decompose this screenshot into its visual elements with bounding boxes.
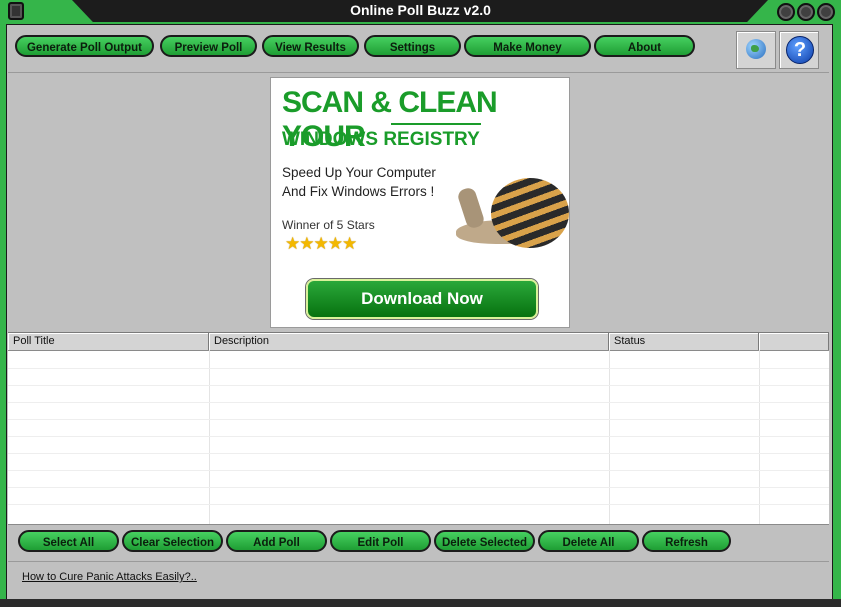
delete-all-button[interactable]: Delete All bbox=[538, 530, 639, 552]
button-label: Delete All bbox=[562, 537, 615, 549]
button-label: Clear Selection bbox=[130, 537, 215, 549]
row-divider bbox=[8, 402, 829, 403]
column-header-description[interactable]: Description bbox=[209, 333, 609, 350]
button-label: Add Poll bbox=[253, 537, 300, 549]
button-label: Preview Poll bbox=[174, 42, 243, 54]
delete-selected-button[interactable]: Delete Selected bbox=[434, 530, 535, 552]
help-button[interactable]: ? bbox=[779, 31, 819, 69]
ad-text-line2: And Fix Windows Errors ! bbox=[282, 184, 435, 199]
window-bottom-edge bbox=[0, 599, 841, 607]
generate-poll-output-button[interactable]: Generate Poll Output bbox=[15, 35, 154, 57]
add-poll-button[interactable]: Add Poll bbox=[226, 530, 327, 552]
row-divider bbox=[8, 436, 829, 437]
download-now-button[interactable]: Download Now bbox=[306, 279, 538, 319]
button-label: Select All bbox=[42, 537, 95, 549]
window-title: Online Poll Buzz v2.0 bbox=[350, 2, 491, 18]
preview-poll-button[interactable]: Preview Poll bbox=[160, 35, 257, 57]
snail-image bbox=[446, 158, 569, 268]
make-money-button[interactable]: Make Money bbox=[464, 35, 591, 57]
title-bar: Online Poll Buzz v2.0 bbox=[0, 0, 841, 24]
poll-table[interactable]: Poll Title Description Status bbox=[8, 332, 829, 524]
minimize-icon[interactable] bbox=[777, 3, 795, 21]
clear-selection-button[interactable]: Clear Selection bbox=[122, 530, 223, 552]
snail-shell bbox=[491, 178, 569, 248]
ad-banner[interactable]: SCAN & CLEAN YOUR WINDOWS REGISTRY Speed… bbox=[270, 77, 570, 328]
row-divider bbox=[8, 385, 829, 386]
row-divider bbox=[8, 419, 829, 420]
row-divider bbox=[8, 504, 829, 505]
footer-link[interactable]: How to Cure Panic Attacks Easily?.. bbox=[22, 571, 197, 583]
button-label: Refresh bbox=[665, 537, 708, 549]
snail-head bbox=[456, 186, 486, 230]
row-divider bbox=[8, 368, 829, 369]
maximize-icon[interactable] bbox=[797, 3, 815, 21]
button-label: Delete Selected bbox=[441, 537, 527, 549]
ad-winner-text: Winner of 5 Stars bbox=[282, 218, 375, 232]
button-label: About bbox=[627, 42, 662, 54]
column-divider bbox=[759, 350, 760, 524]
view-results-button[interactable]: View Results bbox=[262, 35, 359, 57]
close-icon[interactable] bbox=[817, 3, 835, 21]
select-all-button[interactable]: Select All bbox=[18, 530, 119, 552]
about-button[interactable]: About bbox=[594, 35, 695, 57]
ad-text-line1: Speed Up Your Computer bbox=[282, 165, 436, 180]
web-button[interactable] bbox=[736, 31, 776, 69]
column-divider bbox=[609, 350, 610, 524]
button-label: Make Money bbox=[493, 42, 562, 54]
edit-poll-button[interactable]: Edit Poll bbox=[330, 530, 431, 552]
refresh-button[interactable]: Refresh bbox=[642, 530, 731, 552]
column-header-extra[interactable] bbox=[759, 333, 829, 350]
column-header-poll-title[interactable]: Poll Title bbox=[8, 333, 209, 350]
button-label: Settings bbox=[389, 42, 436, 54]
ad-subheadline: WINDOWS REGISTRY bbox=[282, 129, 480, 150]
button-label: Edit Poll bbox=[357, 537, 404, 549]
table-header: Poll Title Description Status bbox=[8, 333, 829, 351]
column-header-status[interactable]: Status bbox=[609, 333, 759, 350]
row-divider bbox=[8, 453, 829, 454]
globe-icon bbox=[746, 39, 766, 59]
ad-underline bbox=[391, 123, 481, 125]
row-divider bbox=[8, 487, 829, 488]
row-divider bbox=[8, 470, 829, 471]
help-icon: ? bbox=[786, 36, 814, 64]
column-divider bbox=[209, 350, 210, 524]
star-rating-icon: ★★★★★ bbox=[285, 234, 357, 253]
settings-button[interactable]: Settings bbox=[364, 35, 461, 57]
button-label: Generate Poll Output bbox=[26, 42, 142, 54]
button-label: View Results bbox=[275, 42, 346, 54]
status-divider bbox=[8, 561, 829, 562]
